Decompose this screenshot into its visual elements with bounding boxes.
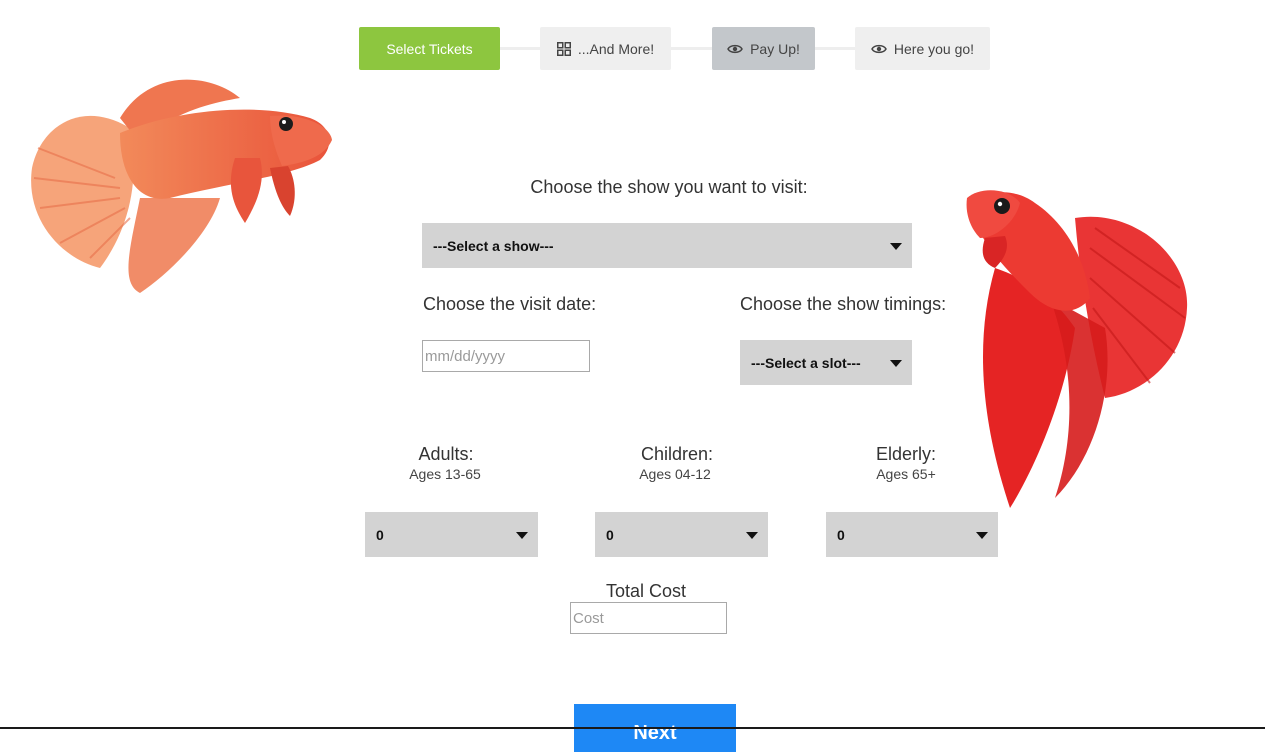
visit-date-label: Choose the visit date: [423,294,597,314]
elderly-label: Elderly: [875,444,937,464]
elderly-select-value: 0 [837,526,845,543]
step-here-you-go[interactable]: Here you go! [855,27,990,70]
step-label: ...And More! [577,40,655,57]
children-quantity-select[interactable]: 0 [595,512,768,557]
elderly-ages: Ages 65+ [876,466,936,482]
betta-fish-right-image [955,178,1195,518]
chevron-down-icon [746,531,758,539]
eye-icon [727,43,743,55]
show-select[interactable]: ---Select a show--- [422,223,912,268]
show-label: Choose the show you want to visit: [530,177,808,197]
grid-icon [556,41,571,56]
step-label: Pay Up! [750,40,800,57]
step-select-tickets[interactable]: Select Tickets [359,27,500,70]
step-connector [500,47,540,50]
chevron-down-icon [976,531,988,539]
adults-ages: Ages 13-65 [409,466,481,482]
visit-date-input[interactable] [422,340,590,372]
eye-icon [871,43,887,55]
adults-label: Adults: [418,444,474,464]
adults-select-value: 0 [376,526,384,543]
step-label: Here you go! [893,40,975,57]
adults-quantity-select[interactable]: 0 [365,512,538,557]
children-ages: Ages 04-12 [639,466,711,482]
progress-stepper: Select Tickets ...And More! Pay Up! Here… [359,27,990,70]
show-select-value: ---Select a show--- [433,237,554,254]
chevron-down-icon [890,359,902,367]
total-cost-field[interactable] [570,602,727,634]
show-timings-label: Choose the show timings: [740,294,947,314]
show-timings-select[interactable]: ---Select a slot--- [740,340,912,385]
total-cost-label: Total Cost [605,581,687,601]
step-and-more[interactable]: ...And More! [540,27,671,70]
chevron-down-icon [516,531,528,539]
step-connector [671,47,712,50]
betta-fish-left-image [20,58,340,303]
step-label: Select Tickets [386,40,473,57]
elderly-quantity-select[interactable]: 0 [826,512,998,557]
chevron-down-icon [890,242,902,250]
children-select-value: 0 [606,526,614,543]
timings-select-value: ---Select a slot--- [751,354,861,371]
children-label: Children: [640,444,714,464]
step-pay-up[interactable]: Pay Up! [712,27,815,70]
step-connector [815,47,855,50]
